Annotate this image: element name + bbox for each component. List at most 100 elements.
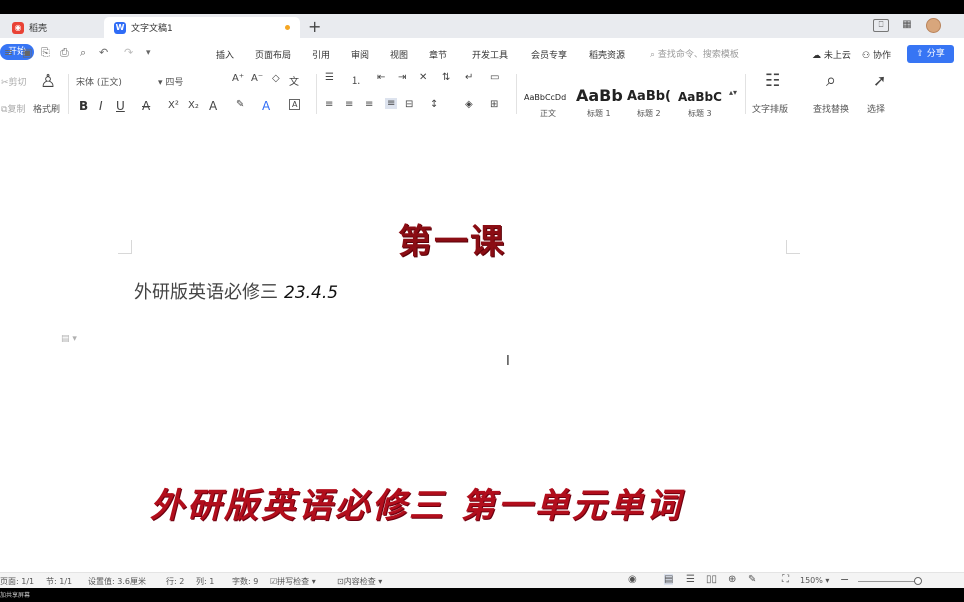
- numbered-list-icon[interactable]: ⒈: [351, 72, 361, 87]
- menu-member[interactable]: 会员专享: [531, 48, 567, 61]
- zoom-out-icon[interactable]: −: [840, 573, 849, 586]
- increase-indent-icon[interactable]: ⇥: [398, 72, 406, 83]
- subscript-icon[interactable]: X₂: [188, 100, 199, 111]
- export-icon[interactable]: ⎘: [41, 46, 50, 60]
- reading-view-icon[interactable]: ▯▯: [706, 574, 717, 585]
- shrink-font-icon[interactable]: A⁻: [251, 73, 263, 84]
- text-layout-icon[interactable]: ☷: [765, 71, 780, 91]
- copy-button[interactable]: ⧉复制: [1, 102, 25, 115]
- line-spacing-icon[interactable]: ↕: [430, 99, 438, 110]
- font-size-select[interactable]: ▾ 四号: [158, 75, 183, 88]
- menu-references[interactable]: 引用: [312, 48, 330, 61]
- strikethrough-icon[interactable]: A: [142, 99, 150, 113]
- style-heading2-label[interactable]: 标题 2: [637, 108, 661, 119]
- menu-developer[interactable]: 开发工具: [472, 48, 508, 61]
- magnifier-icon[interactable]: ⌕: [826, 70, 836, 91]
- justify-icon[interactable]: ≡: [385, 98, 398, 109]
- cursor-select-icon[interactable]: ➚: [873, 71, 886, 90]
- align-center-icon[interactable]: ≡: [345, 99, 353, 110]
- format-painter-icon[interactable]: ♙: [40, 71, 56, 92]
- menu-insert[interactable]: 插入: [216, 48, 234, 61]
- bold-icon[interactable]: B: [79, 99, 88, 113]
- status-row[interactable]: 行: 2: [166, 576, 184, 587]
- font-name-select[interactable]: 宋体 (正文): [76, 75, 122, 88]
- show-marks-icon[interactable]: ↵: [465, 72, 473, 83]
- quick-access-dropdown-icon[interactable]: ▾: [146, 48, 151, 58]
- window-layout-icon[interactable]: ⎕: [873, 19, 889, 32]
- print-preview-icon[interactable]: ⌕: [80, 46, 86, 60]
- search-input[interactable]: 查找命令、搜索模板: [658, 50, 739, 60]
- style-heading2-preview[interactable]: AaBb(: [627, 89, 671, 104]
- styles-more-icon[interactable]: ▴▾: [729, 88, 737, 97]
- status-setting[interactable]: 设置值: 3.6厘米: [88, 576, 146, 587]
- new-tab-plus-icon[interactable]: +: [308, 17, 321, 36]
- status-page[interactable]: 页面: 1/1: [0, 576, 34, 587]
- style-heading3-preview[interactable]: AaBbC: [678, 90, 722, 104]
- sort-icon[interactable]: ⇅: [442, 72, 450, 83]
- document-canvas[interactable]: 第一课 外研版英语必修三 23.4.5 ▤ ▾ I 外研版英语必修三 第一单元单词: [0, 120, 964, 572]
- fit-page-icon[interactable]: ⛶: [782, 574, 789, 585]
- grid-apps-icon[interactable]: ▦: [899, 19, 915, 32]
- status-word-count[interactable]: 字数: 9: [232, 576, 258, 587]
- table-border-icon[interactable]: ▭: [490, 72, 499, 83]
- tab-daoke[interactable]: ◉ 稻壳: [2, 17, 104, 38]
- zoom-level[interactable]: 150% ▾: [800, 576, 829, 585]
- undo-icon[interactable]: ↶: [99, 46, 108, 59]
- tab-document[interactable]: W 文字文稿1: [104, 17, 300, 38]
- underline-icon[interactable]: U: [116, 99, 125, 113]
- print-icon[interactable]: ⎙: [60, 46, 69, 60]
- shading-icon[interactable]: ◈: [465, 99, 473, 110]
- collaborate-button[interactable]: ⚇ 协作: [862, 48, 891, 61]
- style-normal-label[interactable]: 正文: [540, 108, 556, 119]
- chinese-layout-icon[interactable]: ✕: [419, 72, 427, 83]
- align-right-icon[interactable]: ≡: [365, 99, 373, 110]
- outline-view-icon[interactable]: ☰: [686, 574, 695, 585]
- cut-button[interactable]: ✂剪切: [1, 75, 27, 88]
- content-check-button[interactable]: ⊡内容检查 ▾: [337, 576, 382, 587]
- status-column[interactable]: 列: 1: [196, 576, 214, 587]
- eye-protection-icon[interactable]: ◉: [628, 574, 637, 585]
- save-icon[interactable]: ▣: [22, 46, 32, 59]
- superscript-icon[interactable]: X²: [168, 100, 179, 111]
- style-normal-preview[interactable]: AaBbCcDd: [524, 93, 566, 102]
- highlight-icon[interactable]: ✎: [236, 99, 244, 110]
- status-section[interactable]: 节: 1/1: [46, 576, 72, 587]
- char-border-icon[interactable]: A: [289, 99, 301, 110]
- style-heading1-label[interactable]: 标题 1: [587, 108, 611, 119]
- web-view-icon[interactable]: ⊕: [728, 574, 736, 585]
- align-left-icon[interactable]: ≡: [325, 99, 333, 110]
- borders-icon[interactable]: ⊞: [490, 99, 498, 110]
- phonetic-guide-icon[interactable]: 文: [289, 73, 299, 88]
- avatar[interactable]: [926, 18, 941, 33]
- select-button[interactable]: 选择: [867, 102, 885, 115]
- zoom-slider-handle[interactable]: [914, 577, 922, 585]
- command-search[interactable]: ⌕ 查找命令、搜索模板: [650, 47, 739, 60]
- text-effect-icon[interactable]: A: [209, 99, 217, 113]
- bullet-list-icon[interactable]: ☰: [325, 72, 334, 83]
- italic-icon[interactable]: I: [99, 99, 103, 113]
- document-subtitle[interactable]: 外研版英语必修三 23.4.5: [134, 278, 338, 304]
- cloud-upload-button[interactable]: ☁ 未上云: [812, 48, 851, 61]
- style-heading1-preview[interactable]: AaBb: [576, 86, 623, 105]
- font-color-icon[interactable]: A: [262, 99, 270, 113]
- menu-daoke-resources[interactable]: 稻壳资源: [589, 48, 625, 61]
- redo-icon[interactable]: ↷: [124, 46, 133, 59]
- find-replace-button[interactable]: 查找替换: [813, 102, 849, 115]
- page-view-icon[interactable]: ▤: [664, 574, 674, 585]
- document-title[interactable]: 第一课: [398, 214, 506, 263]
- text-layout-button[interactable]: 文字排版: [752, 102, 788, 115]
- decrease-indent-icon[interactable]: ⇤: [377, 72, 385, 83]
- style-heading3-label[interactable]: 标题 3: [688, 108, 712, 119]
- share-button[interactable]: ⇪ 分享: [907, 45, 954, 63]
- menu-toggle-icon[interactable]: ≡: [4, 46, 13, 59]
- menu-page-layout[interactable]: 页面布局: [255, 48, 291, 61]
- spell-check-button[interactable]: ☑拼写检查 ▾: [270, 576, 316, 587]
- menu-chapter[interactable]: 章节: [429, 48, 447, 61]
- format-painter-label[interactable]: 格式刷: [33, 102, 60, 115]
- grow-font-icon[interactable]: A⁺: [232, 73, 244, 84]
- distribute-icon[interactable]: ⊟: [405, 99, 413, 110]
- menu-view[interactable]: 视图: [390, 48, 408, 61]
- write-view-icon[interactable]: ✎: [748, 574, 756, 585]
- menu-review[interactable]: 审阅: [351, 48, 369, 61]
- clear-format-icon[interactable]: ◇: [272, 73, 280, 84]
